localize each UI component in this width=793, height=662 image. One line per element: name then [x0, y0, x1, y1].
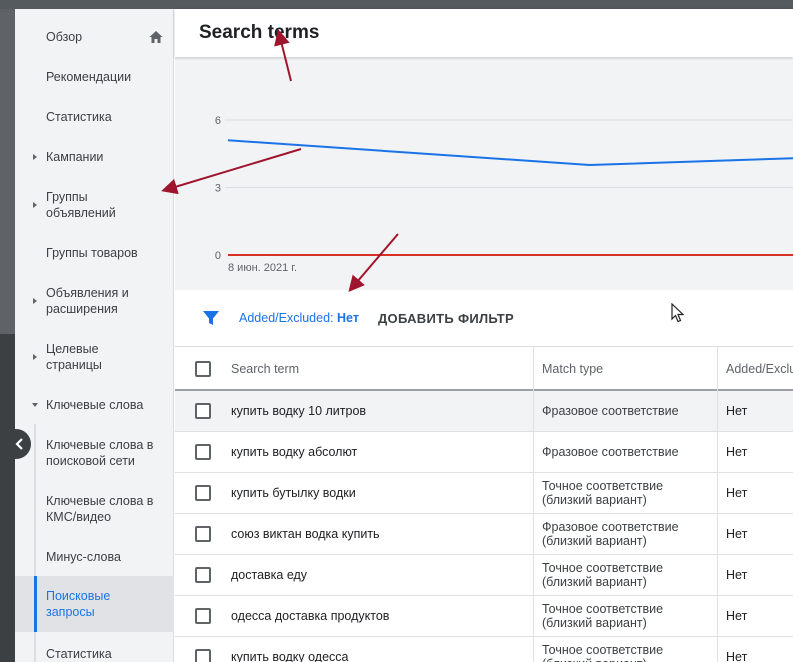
caret-down-icon — [32, 403, 38, 407]
table-row[interactable]: купить водку одесса Точное соответствие (… — [175, 637, 793, 662]
sidebar-subitem-display-keywords[interactable]: Ключевые слова в КМС/видео — [15, 489, 174, 529]
caret-right-icon — [33, 298, 37, 304]
y-tick-label: 0 — [215, 250, 221, 262]
sidebar-item-recommendations[interactable]: Рекомендации — [15, 67, 174, 87]
selected-indicator — [34, 576, 37, 632]
sidebar-item-label: Группы объявлений — [46, 190, 116, 220]
sidebar-item-keywords[interactable]: Ключевые слова — [15, 395, 174, 415]
chevron-left-icon — [15, 438, 23, 450]
search-term-cell: купить водку 10 литров — [231, 404, 367, 418]
sidebar-item-label: Статистика — [46, 647, 112, 661]
table-header: Search term Match type Added/Exclu — [175, 346, 793, 391]
main-content: Search terms 0 3 6 8 июн. 2021 г. Added/Exc… — [175, 9, 793, 662]
caret-right-icon — [33, 154, 37, 160]
sidebar-item-statistics[interactable]: Статистика — [15, 107, 174, 127]
added-excluded-cell: Нет — [726, 486, 748, 500]
search-term-cell: одесса доставка продуктов — [231, 609, 390, 623]
sidebar-item-ads-extensions[interactable]: Объявления и расширения — [15, 283, 174, 319]
home-icon[interactable] — [148, 29, 164, 45]
select-all-checkbox[interactable] — [195, 361, 211, 377]
sidebar-item-label: Группы товаров — [46, 246, 138, 260]
mouse-cursor-icon — [671, 303, 685, 323]
sidebar-item-label: Минус-слова — [46, 550, 121, 564]
sidebar-item-label: Кампании — [46, 150, 104, 164]
filter-bar: Added/Excluded: Нет ДОБАВИТЬ ФИЛЬТР — [175, 290, 793, 346]
row-checkbox[interactable] — [195, 403, 211, 419]
sidebar-item-label: Целевые страницы — [46, 342, 102, 372]
table-row[interactable]: союз виктан водка купить Фразовое соответ… — [175, 514, 793, 555]
filter-chip-value: Нет — [337, 311, 359, 325]
sidebar-item-label: Ключевые слова в КМС/видео — [46, 494, 154, 524]
search-term-cell: купить водку одесса — [231, 650, 349, 662]
sidebar-item-label: Объявления и расширения — [46, 286, 129, 316]
row-checkbox[interactable] — [195, 526, 211, 542]
sidebar-item-label: Ключевые слова — [46, 398, 144, 412]
sidebar-subitem-search-terms[interactable]: Поисковые запросы — [15, 576, 174, 632]
sidebar-subitem-search-keywords[interactable]: Ключевые слова в поисковой сети — [15, 433, 174, 473]
performance-chart: 0 3 6 8 июн. 2021 г. — [175, 57, 793, 290]
search-term-cell: купить бутылку водки — [231, 486, 356, 500]
page-header: Search terms — [175, 9, 793, 57]
match-type-cell: Фразовое соответствие — [542, 445, 679, 459]
add-filter-button[interactable]: ДОБАВИТЬ ФИЛЬТР — [378, 311, 514, 326]
sidebar-item-product-groups[interactable]: Группы товаров — [15, 243, 174, 263]
match-type-cell: Точное соответствие (близкий вариант) — [542, 602, 664, 630]
table-row[interactable]: одесса доставка продуктов Точное соответс… — [175, 596, 793, 637]
row-checkbox[interactable] — [195, 567, 211, 583]
row-checkbox[interactable] — [195, 444, 211, 460]
caret-right-icon — [33, 202, 37, 208]
table-row[interactable]: купить водку 10 литров Фразовое соответст… — [175, 391, 793, 432]
sidebar-item-label: Рекомендации — [46, 70, 132, 84]
match-type-cell: Фразовое соответствие (близкий вариант) — [542, 520, 679, 548]
filter-chip-added-excluded[interactable]: Added/Excluded: Нет — [239, 311, 359, 325]
sidebar-item-label: Статистика — [46, 110, 112, 124]
chart-svg: 0 3 6 8 июн. 2021 г. — [215, 115, 793, 274]
added-excluded-cell: Нет — [726, 568, 748, 582]
row-checkbox[interactable] — [195, 485, 211, 501]
sidebar-item-campaigns[interactable]: Кампании — [15, 147, 174, 167]
sidebar-item-landing-pages[interactable]: Целевые страницы — [15, 339, 174, 375]
added-excluded-cell: Нет — [726, 404, 748, 418]
column-separator — [717, 346, 718, 662]
caret-right-icon — [33, 354, 37, 360]
added-excluded-cell: Нет — [726, 527, 748, 541]
search-term-cell: доставка еду — [231, 568, 308, 582]
added-excluded-cell: Нет — [726, 445, 748, 459]
match-type-cell: Точное соответствие (близкий вариант) — [542, 479, 664, 507]
left-rail — [0, 9, 15, 662]
chart-series-line-0 — [227, 139, 793, 167]
match-type-cell: Точное соответствие (близкий вариант) — [542, 561, 664, 589]
page-title: Search terms — [199, 22, 320, 43]
y-tick-label: 6 — [215, 115, 221, 127]
row-checkbox[interactable] — [195, 649, 211, 662]
column-header-search-term[interactable]: Search term — [231, 362, 299, 376]
sidebar-item-label: Обзор — [46, 30, 83, 44]
match-type-cell: Точное соответствие (близкий вариант) — [542, 643, 664, 662]
sidebar-subitem-statistics[interactable]: Статистика — [15, 644, 174, 662]
column-separator — [533, 346, 534, 662]
filter-chip-key: Added/Excluded: — [239, 311, 334, 325]
added-excluded-cell: Нет — [726, 609, 748, 623]
top-strip — [0, 0, 793, 9]
search-term-cell: союз виктан водка купить — [231, 527, 380, 541]
sidebar: Обзор Рекомендации Статистика Кампании Г… — [15, 9, 174, 662]
y-tick-label: 3 — [215, 183, 221, 195]
filter-icon[interactable] — [202, 309, 220, 327]
x-start-label: 8 июн. 2021 г. — [228, 262, 297, 274]
column-header-added-excluded[interactable]: Added/Exclu — [726, 362, 793, 376]
table-row[interactable]: купить водку абсолют Фразовое соответстви… — [175, 432, 793, 473]
table-row[interactable]: доставка еду Точное соответствие (близкий… — [175, 555, 793, 596]
sidebar-item-ad-groups[interactable]: Группы объявлений — [15, 187, 174, 223]
sidebar-item-label: Ключевые слова в поисковой сети — [46, 438, 154, 468]
added-excluded-cell: Нет — [726, 650, 748, 662]
sidebar-item-label: Поисковые запросы — [46, 589, 111, 619]
search-term-cell: купить водку абсолют — [231, 445, 358, 459]
sidebar-subitem-negative-keywords[interactable]: Минус-слова — [15, 547, 174, 567]
row-checkbox[interactable] — [195, 608, 211, 624]
table-row[interactable]: купить бутылку водки Точное соответствие … — [175, 473, 793, 514]
column-header-match-type[interactable]: Match type — [542, 362, 603, 376]
match-type-cell: Фразовое соответствие — [542, 404, 679, 418]
